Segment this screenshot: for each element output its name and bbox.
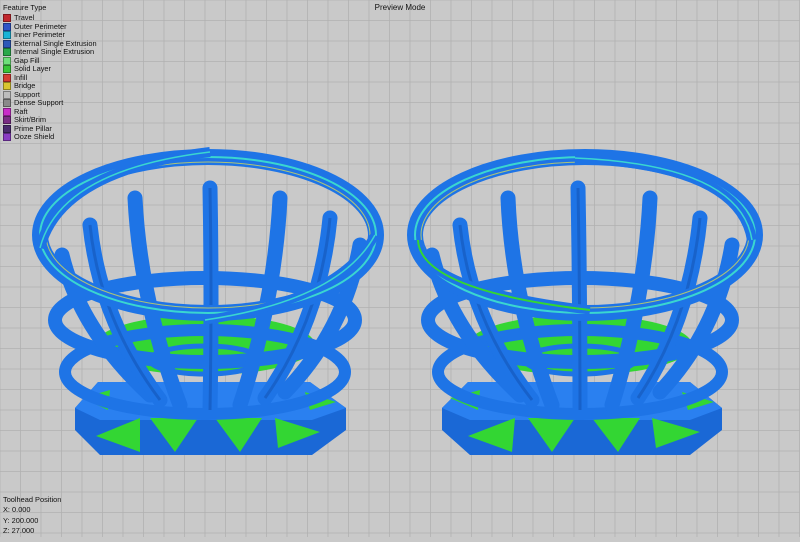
legend-label: Ooze Shield	[14, 132, 55, 141]
legend-swatch	[3, 39, 11, 48]
legend-swatch	[3, 116, 11, 125]
legend-swatch	[3, 56, 11, 65]
toolhead-position-panel: Toolhead Position X: 0.000 Y: 200.000 Z:…	[3, 495, 61, 536]
legend-swatch	[3, 90, 11, 99]
legend-items: Travel Outer Perimeter Inner Perimeter Exte…	[3, 13, 97, 142]
legend-swatch	[3, 48, 11, 57]
toolhead-title: Toolhead Position	[3, 495, 62, 504]
legend-swatch	[3, 31, 11, 40]
legend-swatch	[3, 124, 11, 133]
3d-preview-canvas[interactable]	[0, 0, 800, 537]
legend-swatch	[3, 22, 11, 31]
preview-mode-title: Preview Mode	[374, 3, 426, 12]
legend-swatch	[3, 107, 11, 116]
legend-swatch	[3, 82, 11, 91]
legend-swatch	[3, 73, 11, 82]
toolhead-y: Y: 200.000	[3, 515, 39, 525]
legend-swatch	[3, 133, 11, 142]
preview-viewport[interactable]: Preview Mode Feature Type Travel Outer Pe…	[0, 0, 800, 537]
toolhead-x: X: 0.000	[3, 505, 31, 515]
build-plate-grid	[0, 0, 800, 537]
feature-type-legend: Feature Type Travel Outer Perimeter Inner …	[3, 3, 97, 142]
legend-swatch	[3, 14, 11, 23]
toolhead-z: Z: 27.000	[3, 525, 35, 535]
legend-swatch	[3, 65, 11, 74]
legend-item: Ooze Shield	[3, 132, 97, 142]
legend-swatch	[3, 99, 11, 108]
